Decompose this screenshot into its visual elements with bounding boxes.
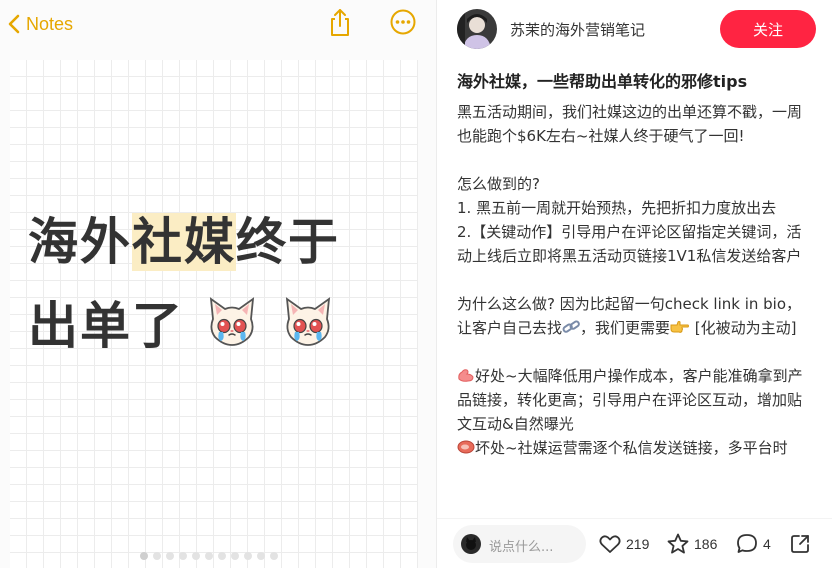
cover-headline-line1: 海外社媒终于: [28, 210, 340, 274]
notes-toolbar: Notes: [0, 0, 436, 52]
author-avatar[interactable]: [457, 9, 497, 49]
cover-text-line2: 出单了: [28, 297, 184, 355]
favorite-count: 186: [694, 536, 718, 552]
post-how-heading: 怎么做到的?: [457, 175, 540, 193]
muscle-icon: [458, 369, 474, 382]
post-why: 为什么这么做? 因为比起留一句check link in bio，让客户自己去找…: [457, 292, 812, 340]
heart-icon: [599, 535, 621, 553]
carousel-dot[interactable]: [205, 552, 213, 560]
comment-bubble-icon: [737, 534, 757, 553]
cover-headline-line2: 出单了: [28, 294, 335, 358]
engagement-bar: 说点什么... 219 186 4: [437, 518, 832, 568]
chevron-left-icon: [8, 14, 20, 34]
carousel-dot[interactable]: [153, 552, 161, 560]
link-icon: [562, 320, 580, 333]
pointing-hand-icon: [670, 321, 690, 333]
cover-highlight-text: 社媒: [132, 213, 236, 271]
post-pros-text: 好处~大幅降低用户操作成本，客户能准确拿到产品链接，转化更高；引导用户在评论区互…: [457, 367, 803, 433]
star-icon: [667, 533, 689, 554]
post-step-2: 2.【关键动作】引导用户在评论区留指定关键词，活动上线后立即将黑五活动页链接1V…: [457, 223, 802, 265]
meat-icon: [457, 440, 475, 454]
crying-cat-emoji-icon: [285, 297, 330, 346]
share-icon[interactable]: [326, 7, 354, 37]
like-count: 219: [626, 536, 650, 552]
like-button[interactable]: 219: [598, 531, 649, 557]
carousel-dot[interactable]: [179, 552, 187, 560]
comment-button[interactable]: 4: [735, 531, 771, 557]
post-why-b: ，我们更需要: [580, 319, 671, 337]
post-cons: 坏处~社媒运营需逐个私信发送链接，多平台时: [457, 436, 812, 460]
post-cons-text: 坏处~社媒运营需逐个私信发送链接，多平台时: [475, 439, 788, 457]
post-step-1: 1. 黑五前一周就开始预热，先把折扣力度放出去: [457, 199, 777, 217]
carousel-dot[interactable]: [231, 552, 239, 560]
post-content: 海外社媒，一些帮助出单转化的邪修tips 黑五活动期间，我们社媒这边的出单还算不…: [457, 70, 812, 508]
post-intro: 黑五活动期间，我们社媒这边的出单还算不戳，一周也能跑个$6K左右~社媒人终于硬气…: [457, 103, 803, 145]
more-circle-icon[interactable]: [390, 9, 416, 35]
author-name[interactable]: 苏茉的海外营销笔记: [510, 19, 645, 40]
notes-back-button[interactable]: Notes: [6, 10, 73, 38]
comment-count: 4: [763, 536, 771, 552]
post-why-c: [化被动为主动]: [690, 319, 797, 337]
comment-placeholder: 说点什么...: [489, 540, 554, 555]
comment-input[interactable]: 说点什么...: [453, 525, 586, 563]
notes-back-label: Notes: [26, 13, 74, 34]
share-box-icon: [791, 535, 809, 553]
favorite-button[interactable]: 186: [666, 531, 717, 557]
carousel-dot[interactable]: [192, 552, 200, 560]
carousel-dot[interactable]: [270, 552, 278, 560]
share-post-button[interactable]: [788, 531, 812, 557]
carousel-dot[interactable]: [166, 552, 174, 560]
post-title: 海外社媒，一些帮助出单转化的邪修tips: [457, 72, 748, 91]
post-pros: 好处~大幅降低用户操作成本，客户能准确拿到产品链接，转化更高；引导用户在评论区互…: [457, 364, 812, 436]
my-avatar: [461, 534, 481, 554]
follow-button[interactable]: 关注: [720, 10, 816, 48]
avatar-image: [457, 9, 497, 49]
note-detail-panel: 苏茉的海外营销笔记 关注 海外社媒，一些帮助出单转化的邪修tips 黑五活动期间…: [437, 0, 832, 568]
user-avatar-icon: [461, 534, 481, 554]
carousel-dot[interactable]: [244, 552, 252, 560]
carousel-dot[interactable]: [218, 552, 226, 560]
cover-text-b: 终于: [236, 213, 340, 271]
crying-cat-emoji-icon: [210, 297, 255, 346]
carousel-dot[interactable]: [257, 552, 265, 560]
note-image-panel: Notes 海外社媒终于 出单了: [0, 0, 436, 568]
carousel-indicator[interactable]: [140, 552, 278, 560]
carousel-dot[interactable]: [140, 552, 148, 560]
cover-text-a: 海外: [28, 213, 132, 271]
